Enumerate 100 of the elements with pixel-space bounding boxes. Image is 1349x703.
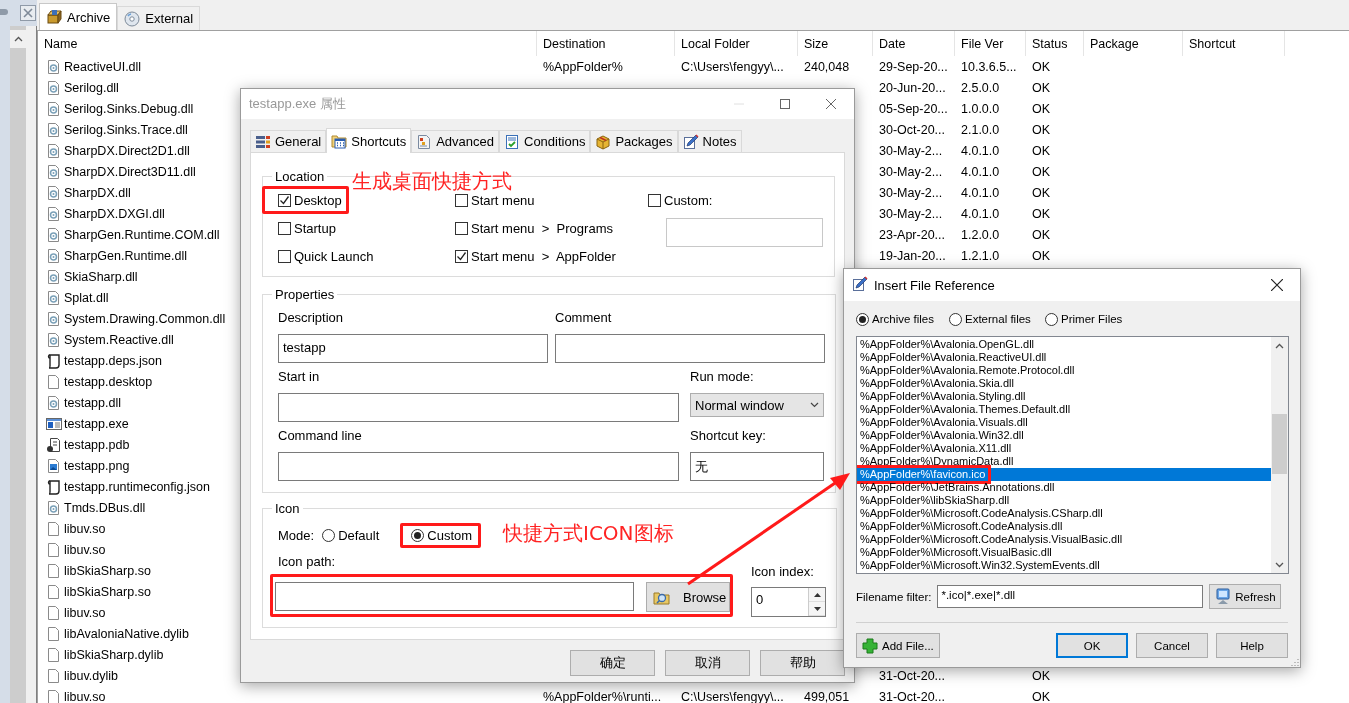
disc-icon xyxy=(124,10,141,27)
dialog-button[interactable]: Help xyxy=(1216,633,1288,658)
column-header[interactable]: Status xyxy=(1026,31,1084,56)
file-name: testapp.exe xyxy=(64,416,129,431)
checkbox[interactable] xyxy=(648,193,661,207)
field-label: Mode: xyxy=(278,527,315,543)
scrollbar[interactable] xyxy=(10,26,27,703)
browse-button[interactable]: Browse xyxy=(646,582,730,612)
radio-label: Primer Files xyxy=(1061,313,1123,325)
maximize-icon[interactable] xyxy=(780,99,790,109)
tab[interactable]: General xyxy=(250,130,327,152)
radio-button[interactable] xyxy=(949,312,962,326)
list-item[interactable]: %AppFolder%\libSkiaSharp.dll xyxy=(857,494,1271,507)
checkbox[interactable] xyxy=(455,221,468,235)
list-item[interactable]: %AppFolder%\Avalonia.Visuals.dll xyxy=(857,416,1271,429)
gear-document-icon xyxy=(46,394,62,411)
list-item[interactable]: %AppFolder%\Avalonia.ReactiveUI.dll xyxy=(857,351,1271,364)
column-header[interactable]: Shortcut xyxy=(1183,31,1285,56)
list-item[interactable]: %AppFolder%\Avalonia.Win32.dll xyxy=(857,429,1271,442)
list-item[interactable]: %AppFolder%\Avalonia.Styling.dll xyxy=(857,390,1271,403)
file-name: testapp.deps.json xyxy=(64,353,162,368)
file-name: libuv.so xyxy=(64,542,106,557)
list-item[interactable]: %AppFolder%\Avalonia.Remote.Protocol.dll xyxy=(857,364,1271,377)
scroll-down-icon[interactable] xyxy=(1275,561,1284,568)
radio-button[interactable] xyxy=(411,528,425,542)
dropdown[interactable]: Normal window xyxy=(690,393,824,417)
table-cell-text: OK xyxy=(1031,80,1052,95)
dialog-button[interactable]: 帮助 xyxy=(760,650,845,676)
tab[interactable]: Archive xyxy=(39,3,118,30)
tab[interactable]: Conditions xyxy=(499,130,591,152)
list-item[interactable]: %AppFolder%\Avalonia.Skia.dll xyxy=(857,377,1271,390)
radio-button[interactable] xyxy=(856,312,869,326)
list-item[interactable]: %AppFolder%\Microsoft.CodeAnalysis.CSharp.dll xyxy=(857,507,1271,520)
radio-button[interactable] xyxy=(1045,312,1058,326)
text-field[interactable] xyxy=(278,452,679,481)
text-field[interactable] xyxy=(278,393,679,422)
caret-icon xyxy=(810,402,819,408)
file-name: libuv.so xyxy=(64,605,106,620)
tab[interactable]: Advanced xyxy=(411,130,499,152)
spin-up-icon[interactable] xyxy=(813,592,821,597)
list-item[interactable]: %AppFolder%\Microsoft.Win32.SystemEvents.dll xyxy=(857,559,1271,572)
column-header[interactable]: Size xyxy=(798,31,873,56)
radio-button[interactable] xyxy=(322,528,336,542)
add-file-button[interactable]: Add File... xyxy=(856,633,940,658)
checkbox[interactable] xyxy=(455,249,468,263)
scroll-thumb[interactable] xyxy=(1272,414,1287,474)
column-header[interactable]: Date xyxy=(873,31,955,56)
tab[interactable]: Packages xyxy=(590,130,678,152)
field-label: Icon index: xyxy=(751,564,815,580)
computer-icon xyxy=(1215,587,1232,606)
list-item[interactable]: %AppFolder%\Microsoft.VisualBasic.dll xyxy=(857,546,1271,559)
refresh-button[interactable]: Refresh xyxy=(1209,584,1282,609)
table-cell-text: 30-May-2... xyxy=(878,206,944,221)
tab[interactable]: Shortcuts xyxy=(326,128,412,153)
checkbox[interactable] xyxy=(455,193,468,207)
spin-down-icon[interactable] xyxy=(813,606,821,611)
file-name: testapp.desktop xyxy=(64,374,153,389)
list-item[interactable]: %AppFolder%\Microsoft.CodeAnalysis.dll xyxy=(857,520,1271,533)
column-header[interactable]: Local Folder xyxy=(675,31,798,56)
table-cell-text: OK xyxy=(1031,164,1052,179)
file-name: libSkiaSharp.dylib xyxy=(64,647,164,662)
text-field[interactable] xyxy=(555,334,825,363)
column-header[interactable]: Name xyxy=(38,31,537,56)
column-header[interactable]: Destination xyxy=(537,31,675,56)
list-item[interactable]: %AppFolder%\Microsoft.CodeAnalysis.VisualBasic.dll xyxy=(857,533,1271,546)
file-list[interactable] xyxy=(856,336,1289,574)
table-cell-text: 1.0.0.0 xyxy=(960,101,1001,116)
dialog-button[interactable]: Cancel xyxy=(1136,633,1208,658)
list-item[interactable]: %AppFolder%\JetBrains.Annotations.dll xyxy=(857,481,1271,494)
checkbox[interactable] xyxy=(278,193,291,207)
checkbox[interactable] xyxy=(278,249,291,263)
tab[interactable]: External xyxy=(117,6,201,30)
package-icon xyxy=(595,133,612,150)
checkbox[interactable] xyxy=(278,221,291,235)
column-header[interactable]: File Ver xyxy=(955,31,1026,56)
list-item[interactable]: %AppFolder%\Avalonia.OpenGL.dll xyxy=(857,338,1271,351)
text-field[interactable] xyxy=(666,218,823,247)
number-spinner[interactable]: 0 xyxy=(751,587,826,617)
text-field[interactable] xyxy=(275,582,634,611)
tab[interactable]: Notes xyxy=(677,130,742,152)
list-item[interactable]: %AppFolder%\Avalonia.X11.dll xyxy=(857,442,1271,455)
splitter-bar[interactable] xyxy=(26,26,37,703)
text-field[interactable]: testapp xyxy=(278,334,548,363)
close-icon[interactable] xyxy=(1271,279,1283,291)
document-icon xyxy=(46,667,62,684)
column-header[interactable]: Package xyxy=(1084,31,1183,56)
document-icon xyxy=(46,520,62,537)
dialog-button[interactable]: 取消 xyxy=(665,650,750,676)
scroll-up-icon[interactable] xyxy=(13,36,23,42)
text-field[interactable]: 无 xyxy=(690,452,824,481)
field-label: Command line xyxy=(278,428,363,444)
dialog-button[interactable]: OK xyxy=(1056,633,1128,658)
field-label: Shortcut key: xyxy=(690,428,767,444)
list-item[interactable]: %AppFolder%\DynamicData.dll xyxy=(857,455,1271,468)
filter-field[interactable]: *.ico|*.exe|*.dll xyxy=(937,585,1204,608)
list-item[interactable]: %AppFolder%\Avalonia.Themes.Default.dll xyxy=(857,403,1271,416)
file-name: System.Drawing.Common.dll xyxy=(64,311,226,326)
dialog-button[interactable]: 确定 xyxy=(570,650,655,676)
gear-document-icon xyxy=(46,205,62,222)
scroll-up-icon[interactable] xyxy=(1275,342,1284,349)
